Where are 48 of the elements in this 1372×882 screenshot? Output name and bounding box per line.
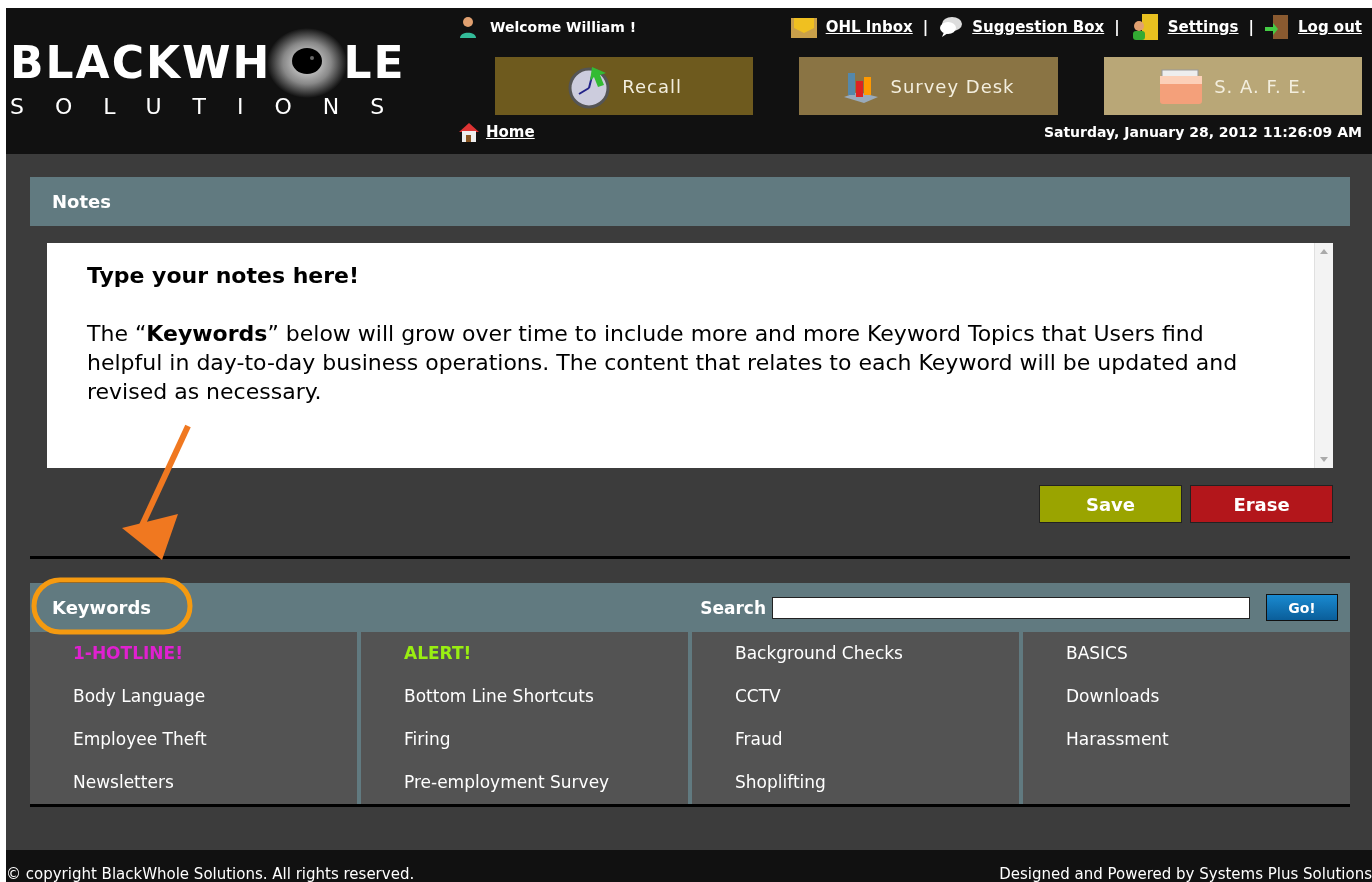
header-link[interactable]: Settings bbox=[1167, 18, 1239, 36]
header-link[interactable]: OHL Inbox bbox=[825, 18, 913, 36]
keyword-link[interactable]: ALERT! bbox=[404, 644, 472, 663]
separator: | bbox=[922, 18, 929, 36]
keyword-link[interactable]: Firing bbox=[404, 730, 451, 749]
keyword-link[interactable]: Employee Theft bbox=[73, 730, 207, 749]
notes-title: Notes bbox=[52, 191, 111, 212]
keyword-link[interactable]: Harassment bbox=[1066, 730, 1169, 749]
go-button[interactable]: Go! bbox=[1266, 594, 1338, 621]
keyword-link[interactable]: Fraud bbox=[735, 730, 783, 749]
keyword-link[interactable]: Newsletters bbox=[73, 773, 174, 792]
separator: | bbox=[1248, 18, 1254, 36]
scroll-down-icon[interactable] bbox=[1320, 457, 1328, 462]
folder-icon bbox=[1158, 66, 1205, 106]
header-link[interactable]: Log out bbox=[1298, 18, 1362, 36]
nav-button[interactable]: Survey Desk bbox=[799, 57, 1058, 115]
door-icon bbox=[1264, 13, 1290, 41]
keyword-link[interactable]: Body Language bbox=[73, 687, 206, 706]
notes-heading: Type your notes here! bbox=[87, 262, 361, 290]
erase-button[interactable]: Erase bbox=[1190, 485, 1333, 523]
logo-wordmark: BLACKWH bbox=[10, 38, 272, 88]
logo-wordmark: LE bbox=[343, 38, 406, 88]
logo-tagline: SOLUTIONS bbox=[10, 94, 417, 119]
scrollbar[interactable] bbox=[1314, 243, 1333, 468]
keyword-link[interactable]: Background Checks bbox=[735, 644, 903, 663]
keyword-link[interactable]: BASICS bbox=[1066, 644, 1128, 663]
house-icon bbox=[458, 121, 480, 143]
home-link[interactable]: Home bbox=[486, 123, 535, 141]
separator: | bbox=[1114, 18, 1120, 36]
welcome-text: Welcome William ! bbox=[490, 19, 637, 35]
keyword-link[interactable]: Shoplifting bbox=[735, 773, 826, 792]
date-time: Saturday, January 28, 2012 11:26:09 AM bbox=[1043, 124, 1362, 140]
keyword-link[interactable]: Bottom Line Shortcuts bbox=[404, 687, 594, 706]
header-link[interactable]: Suggestion Box bbox=[972, 18, 1105, 36]
keywords-title: Keywords bbox=[52, 597, 152, 618]
keyword-link[interactable]: Pre-employment Survey bbox=[404, 773, 610, 792]
search-label: Search bbox=[700, 597, 766, 618]
nav-button[interactable]: Recall bbox=[495, 57, 754, 115]
notes-editor[interactable] bbox=[47, 243, 1333, 468]
notes-paragraph: The “Keywords” below will grow over time to include more and more Keyword Topics that Users find helpful in day-to-day business operations. The content that relates to each Keyword will be updated and revised as necessary. bbox=[87, 320, 1239, 406]
speech-bubble-icon bbox=[938, 16, 965, 38]
copyright-text: © copyright BlackWhole Solutions. All rights reserved. bbox=[6, 866, 415, 882]
credit-text: Designed and Powered by Systems Plus Solutions bbox=[999, 866, 1372, 882]
scroll-up-icon[interactable] bbox=[1320, 249, 1328, 254]
keyword-link[interactable]: CCTV bbox=[735, 687, 781, 706]
user-icon bbox=[458, 15, 478, 39]
search-field[interactable] bbox=[772, 596, 1250, 619]
keyword-link[interactable]: Downloads bbox=[1066, 687, 1160, 706]
